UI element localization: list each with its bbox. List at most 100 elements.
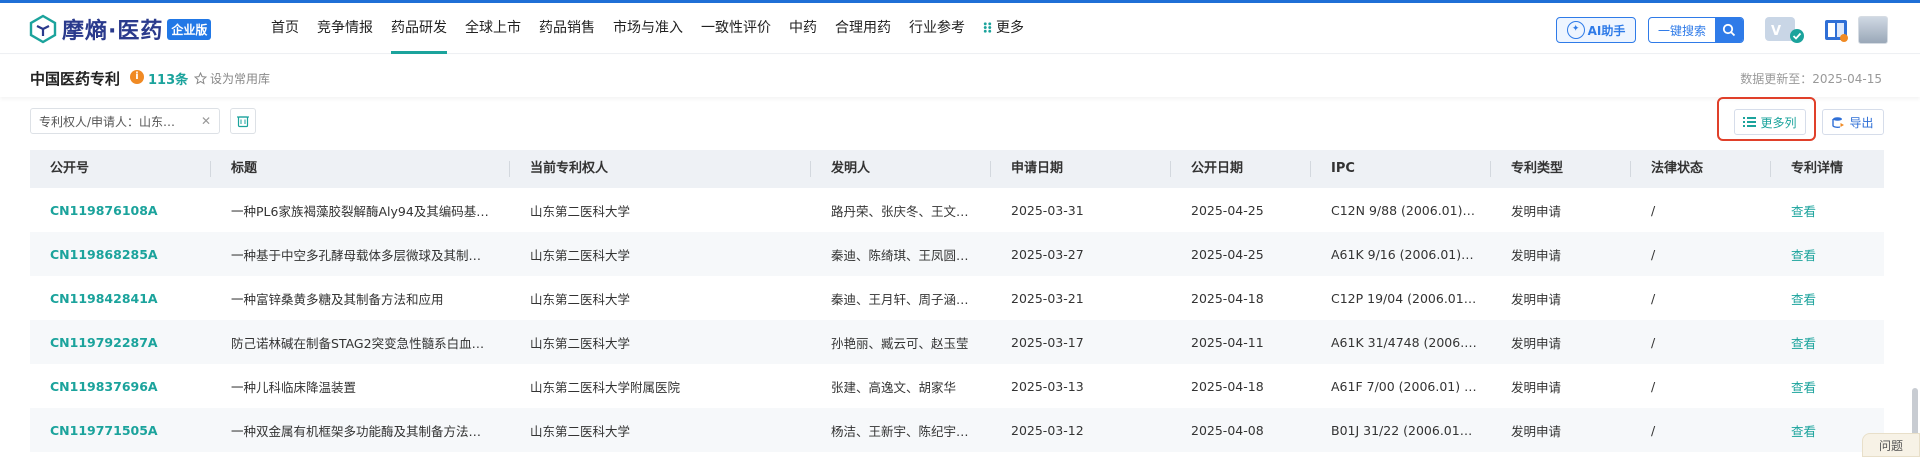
nav-drug-sales[interactable]: 药品销售: [530, 3, 604, 54]
table-row: CN119868285A 一种基于中空多孔酵母载体多层微球及其制… 山东第二医科…: [30, 232, 1884, 276]
filter-chip-assignee[interactable]: 专利权人/申请人：山东… ✕: [30, 108, 220, 134]
view-detail-link[interactable]: 查看: [1771, 289, 1884, 308]
clear-filters-button[interactable]: [230, 108, 256, 134]
patent-type: 发明申请: [1511, 247, 1562, 263]
assignee: 山东第二医科大学附属医院: [530, 379, 681, 395]
pub-date: 2025-04-18: [1191, 378, 1264, 394]
view-detail-link[interactable]: 查看: [1771, 201, 1884, 220]
legal-status: /: [1651, 246, 1656, 262]
quick-search-button[interactable]: 一键搜索: [1648, 17, 1744, 43]
set-favorite-label: 设为常用库: [210, 72, 271, 86]
patent-type: 发明申请: [1511, 291, 1562, 307]
close-icon[interactable]: ✕: [201, 114, 211, 128]
trash-icon: [237, 116, 249, 128]
ipc: A61K 31/4748 (2006.0…: [1331, 334, 1485, 350]
col-header-legal-status[interactable]: 法律状态: [1631, 150, 1771, 188]
svg-text:V: V: [1771, 24, 1781, 39]
col-header-ipc[interactable]: IPC: [1311, 150, 1491, 188]
pub-date: 2025-04-18: [1191, 290, 1264, 306]
table-body: CN119876108A 一种PL6家族褐藻胶裂解酶Aly94及其编码基… 山东…: [30, 188, 1884, 452]
pub-no-link[interactable]: CN119771505A: [30, 423, 211, 438]
patent-title[interactable]: 一种儿科临床降温装置: [211, 377, 510, 396]
nav-more[interactable]: 更多: [974, 3, 1033, 54]
grid-dots-icon: [983, 22, 992, 33]
search-icon: [1715, 18, 1743, 42]
col-header-detail: 专利详情: [1791, 161, 1844, 176]
apply-date: 2025-03-27: [1011, 246, 1084, 262]
nav-more-label: 更多: [996, 20, 1024, 36]
nav-rational-use[interactable]: 合理用药: [826, 3, 900, 54]
table-row: CN119876108A 一种PL6家族褐藻胶裂解酶Aly94及其编码基… 山东…: [30, 188, 1884, 232]
inventor: 路丹荣、张庆冬、王文…: [831, 203, 969, 219]
assignee: 山东第二医科大学: [530, 335, 631, 351]
table-row: CN119837696A 一种儿科临床降温装置 山东第二医科大学附属医院 张建、…: [30, 364, 1884, 408]
nav-home[interactable]: 首页: [262, 3, 308, 54]
ipc: A61F 7/00 (2006.01) | A…: [1331, 378, 1491, 394]
patent-title[interactable]: 一种PL6家族褐藻胶裂解酶Aly94及其编码基…: [211, 201, 510, 220]
table-row: CN119792287A 防己诺林碱在制备STAG2突变急性髓系白血… 山东第二…: [30, 320, 1884, 364]
export-icon: [1832, 116, 1845, 128]
user-avatar[interactable]: [1858, 16, 1888, 44]
col-header-type[interactable]: 专利类型: [1491, 150, 1631, 188]
export-button[interactable]: 导出: [1822, 109, 1884, 135]
col-header-pub-no[interactable]: 公开号: [30, 150, 211, 188]
legal-status: /: [1651, 290, 1656, 306]
set-favorite-button[interactable]: 设为常用库: [194, 70, 270, 87]
pub-no-link[interactable]: CN119876108A: [30, 203, 211, 218]
view-detail-link[interactable]: 查看: [1771, 245, 1884, 264]
col-header-title[interactable]: 标题: [211, 150, 510, 188]
patent-title[interactable]: 一种富锌桑黄多糖及其制备方法和应用: [211, 289, 510, 308]
brand-name: 摩熵·医药: [62, 19, 164, 44]
ipc: B01J 31/22 (2006.01) | …: [1331, 422, 1490, 438]
legal-status: /: [1651, 334, 1656, 350]
page-title: 中国医药专利: [30, 70, 121, 88]
apply-date: 2025-03-31: [1011, 202, 1084, 218]
apply-date: 2025-03-21: [1011, 290, 1084, 306]
col-header-pub-date[interactable]: 公开日期: [1171, 150, 1311, 188]
view-detail-link[interactable]: 查看: [1771, 333, 1884, 352]
nav-drug-rd[interactable]: 药品研发: [382, 3, 456, 54]
nav-tcm[interactable]: 中药: [780, 3, 826, 54]
pub-date: 2025-04-11: [1191, 334, 1264, 350]
assignee: 山东第二医科大学: [530, 203, 631, 219]
export-label: 导出: [1849, 115, 1874, 130]
nav-competitive-intel[interactable]: 竞争情报: [308, 3, 382, 54]
patent-type: 发明申请: [1511, 335, 1562, 351]
legal-status: /: [1651, 422, 1656, 438]
col-header-inventor[interactable]: 发明人: [811, 150, 991, 188]
info-icon[interactable]: i: [130, 70, 144, 84]
assignee: 山东第二医科大学: [530, 291, 631, 307]
table-row: CN119842841A 一种富锌桑黄多糖及其制备方法和应用 山东第二医科大学 …: [30, 276, 1884, 320]
document-icon[interactable]: [1823, 17, 1849, 43]
vip-badge-icon[interactable]: V: [1764, 15, 1806, 45]
inventor: 秦迪、王月轩、周子涵…: [831, 291, 969, 307]
data-updated-text: 数据更新至：2025-04-15: [1740, 72, 1882, 86]
ai-assistant-button[interactable]: ✦ AI助手: [1556, 17, 1636, 43]
pub-no-link[interactable]: CN119842841A: [30, 291, 211, 306]
apply-date: 2025-03-17: [1011, 334, 1084, 350]
help-tab[interactable]: 问题: [1862, 433, 1920, 457]
top-navbar: 摩熵·医药 企业版 首页 竞争情报 药品研发 全球上市 药品销售 市场与准入 一…: [0, 0, 1920, 54]
patent-title[interactable]: 一种基于中空多孔酵母载体多层微球及其制…: [211, 245, 510, 264]
patent-title[interactable]: 防己诺林碱在制备STAG2突变急性髓系白血…: [211, 333, 510, 352]
star-icon: [194, 72, 207, 85]
nav-consistency-eval[interactable]: 一致性评价: [692, 3, 780, 54]
inventor: 孙艳丽、臧云可、赵玉莹: [831, 335, 969, 351]
ai-assistant-label: AI助手: [1587, 23, 1626, 38]
pub-date: 2025-04-08: [1191, 422, 1264, 438]
col-header-assignee[interactable]: 当前专利权人: [510, 150, 811, 188]
pub-no-link[interactable]: CN119792287A: [30, 335, 211, 350]
nav-industry-ref[interactable]: 行业参考: [900, 3, 974, 54]
highlight-box: [1717, 97, 1816, 141]
nav-global-launch[interactable]: 全球上市: [456, 3, 530, 54]
table-header: 公开号 标题 当前专利权人 发明人 申请日期 公开日期 IPC 专利类型 法律状…: [30, 150, 1884, 188]
pub-no-link[interactable]: CN119837696A: [30, 379, 211, 394]
patent-type: 发明申请: [1511, 379, 1562, 395]
pub-no-link[interactable]: CN119868285A: [30, 247, 211, 262]
col-header-apply-date[interactable]: 申请日期: [991, 150, 1171, 188]
legal-status: /: [1651, 202, 1656, 218]
nav-market-access[interactable]: 市场与准入: [604, 3, 692, 54]
view-detail-link[interactable]: 查看: [1771, 377, 1884, 396]
brand-logo[interactable]: 摩熵·医药 企业版: [28, 13, 212, 45]
patent-title[interactable]: 一种双金属有机框架多功能酶及其制备方法…: [211, 421, 510, 440]
